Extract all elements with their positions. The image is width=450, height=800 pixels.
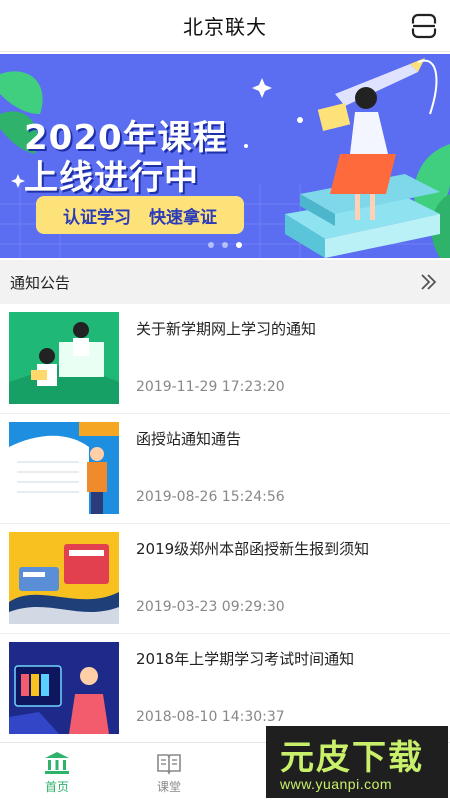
book-open-icon xyxy=(157,754,181,775)
promo-banner[interactable]: 2020年课程 上线进行中 认证学习 快速拿证 xyxy=(0,54,450,258)
banner-tag-right: 快速拿证 xyxy=(149,207,217,228)
list-item[interactable]: 函授站通知通告 2019-08-26 15:24:56 xyxy=(0,414,450,524)
watermark: 元皮下载 www.yuanpi.com xyxy=(266,726,448,798)
notice-section-label: 通知公告 xyxy=(10,273,71,292)
blue-book-illustration xyxy=(9,422,119,514)
tab-label: 首页 xyxy=(44,780,69,794)
notice-list: 关于新学期网上学习的通知 2019-11-29 17:23:20 函授站通知通告… xyxy=(0,304,450,744)
banner-tag-pill: 认证学习 快速拿证 xyxy=(36,196,244,234)
scan-icon[interactable] xyxy=(410,12,438,40)
notice-date: 2018-08-10 14:30:37 xyxy=(136,709,285,725)
green-reading-illustration xyxy=(9,312,119,404)
bank-icon xyxy=(45,752,69,774)
notice-title: 关于新学期网上学习的通知 xyxy=(136,320,317,338)
yellow-books-illustration xyxy=(9,532,119,624)
list-item[interactable]: 关于新学期网上学习的通知 2019-11-29 17:23:20 xyxy=(0,304,450,414)
double-chevron-right-icon[interactable] xyxy=(418,272,438,292)
notice-title: 2018年上学期学习考试时间通知 xyxy=(136,650,355,668)
notice-title: 函授站通知通告 xyxy=(136,430,242,448)
watermark-url: www.yuanpi.com xyxy=(280,776,393,792)
app-header: 北京联大 xyxy=(0,0,450,52)
notice-date: 2019-11-29 17:23:20 xyxy=(136,379,285,395)
list-item[interactable]: 2019级郑州本部函授新生报到须知 2019-03-23 09:29:30 xyxy=(0,524,450,634)
carousel-dot[interactable] xyxy=(208,242,214,248)
notice-section-header: 通知公告 xyxy=(0,260,450,304)
tab-label: 课堂 xyxy=(156,780,181,794)
banner-headline-2: 上线进行中 xyxy=(24,158,199,198)
watermark-text: 元皮下载 xyxy=(280,738,424,778)
carousel-dot-active[interactable] xyxy=(236,242,242,248)
notice-date: 2019-03-23 09:29:30 xyxy=(136,599,285,615)
tab-classroom[interactable]: 课堂 xyxy=(124,743,214,800)
carousel-indicator xyxy=(208,242,242,248)
notice-date: 2019-08-26 15:24:56 xyxy=(136,489,285,505)
tab-home[interactable]: 首页 xyxy=(12,743,102,800)
page-title: 北京联大 xyxy=(183,15,267,39)
navy-screen-illustration xyxy=(9,642,119,734)
banner-tag-left: 认证学习 xyxy=(63,207,131,228)
carousel-dot[interactable] xyxy=(222,242,228,248)
notice-title: 2019级郑州本部函授新生报到须知 xyxy=(136,540,370,558)
